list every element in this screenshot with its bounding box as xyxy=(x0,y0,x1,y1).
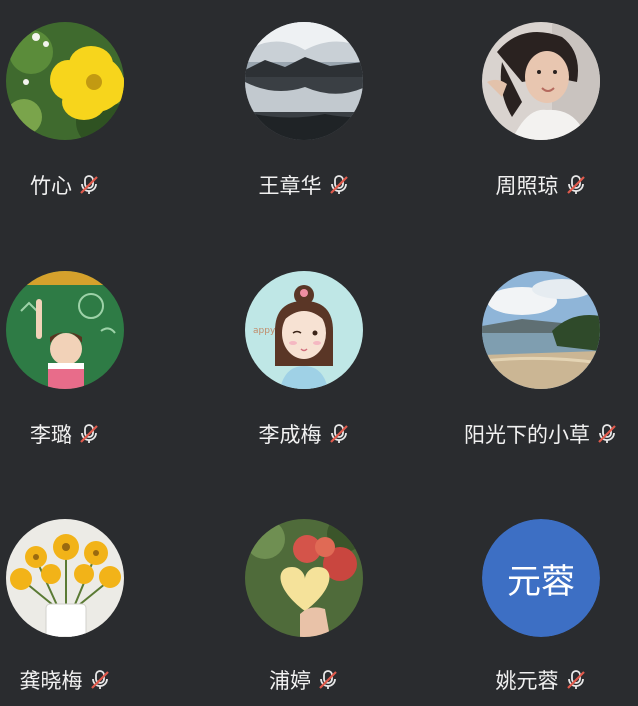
participant-name-row: 龚晓梅 xyxy=(0,665,165,695)
apples-heart-image xyxy=(245,519,363,637)
participant-tile[interactable]: 李璐 xyxy=(0,271,165,471)
participant-tile[interactable]: appy 李成梅 xyxy=(204,271,404,471)
participant-name: 竹心 xyxy=(30,174,72,198)
mic-muted-icon xyxy=(329,424,348,443)
avatar-initials: 元蓉 xyxy=(482,519,600,637)
participant-name-row: 李成梅 xyxy=(204,419,404,449)
participant-name-row: 王章华 xyxy=(204,170,404,200)
classroom-cartoon-image xyxy=(6,271,124,389)
participant-tile[interactable]: 竹心 xyxy=(0,22,165,222)
participant-tile[interactable]: 浦婷 xyxy=(204,519,404,706)
participant-name: 阳光下的小草 xyxy=(464,423,590,447)
lake-reflection-image xyxy=(245,22,363,140)
mic-muted-icon xyxy=(329,175,348,194)
beach-landscape-image xyxy=(482,271,600,389)
participant-name: 李璐 xyxy=(30,423,72,447)
participant-name-row: 李璐 xyxy=(0,419,165,449)
avatar[interactable] xyxy=(245,22,363,140)
participant-name-row: 阳光下的小草 xyxy=(441,419,638,449)
participant-tile[interactable]: 元蓉 姚元蓉 xyxy=(441,519,638,706)
mic-muted-icon xyxy=(319,670,337,689)
participant-name: 王章华 xyxy=(258,174,322,198)
participant-tile[interactable]: 龚晓梅 xyxy=(0,519,165,706)
mic-muted-icon xyxy=(90,670,109,689)
avatar[interactable] xyxy=(6,22,124,140)
participant-name: 姚元蓉 xyxy=(495,669,559,693)
participant-name-row: 姚元蓉 xyxy=(441,665,638,695)
participant-tile[interactable]: 周照琼 xyxy=(441,22,638,222)
participant-name-row: 竹心 xyxy=(0,170,165,200)
sunflower-vase-image xyxy=(6,519,124,637)
avatar[interactable] xyxy=(245,519,363,637)
participant-name: 周照琼 xyxy=(495,174,559,198)
cartoon-girl-image: appy xyxy=(245,271,363,389)
avatar[interactable] xyxy=(482,271,600,389)
participant-name: 李成梅 xyxy=(258,423,322,447)
girl-portrait-image xyxy=(482,22,600,140)
mic-muted-icon xyxy=(80,175,98,194)
mic-muted-icon xyxy=(566,175,585,194)
avatar[interactable]: 元蓉 xyxy=(482,519,600,637)
participant-name-row: 周照琼 xyxy=(441,170,638,200)
participant-tile[interactable]: 王章华 xyxy=(204,22,404,222)
participant-tile[interactable]: 阳光下的小草 xyxy=(441,271,638,471)
participant-grid: 竹心 王章华 周照琼 李璐 appy 李成梅 阳光下的小草 龚晓梅 浦婷 元蓉 … xyxy=(0,0,638,706)
participant-name-row: 浦婷 xyxy=(204,665,404,695)
mic-muted-icon xyxy=(566,670,585,689)
participant-name: 浦婷 xyxy=(269,669,311,693)
avatar[interactable] xyxy=(6,271,124,389)
participant-name: 龚晓梅 xyxy=(19,669,83,693)
yellow-flower-image xyxy=(6,22,124,140)
avatar[interactable] xyxy=(482,22,600,140)
avatar[interactable]: appy xyxy=(245,271,363,389)
avatar[interactable] xyxy=(6,519,124,637)
mic-muted-icon xyxy=(80,424,98,443)
svg-text:appy: appy xyxy=(253,326,276,336)
mic-muted-icon xyxy=(598,424,616,443)
